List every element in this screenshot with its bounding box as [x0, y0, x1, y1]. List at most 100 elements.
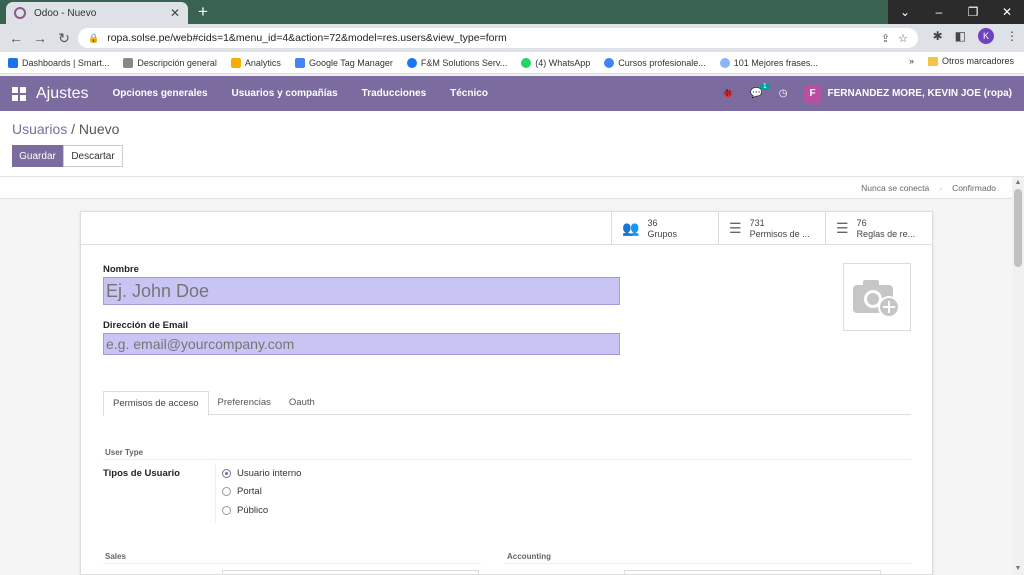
save-button[interactable]: Guardar [12, 145, 63, 167]
bookmark-favicon-icon [521, 57, 532, 68]
user-type-label: Tipos de Usuario [103, 468, 180, 479]
debug-icon[interactable]: 🐞 [722, 88, 734, 99]
accounting-select[interactable] [624, 570, 881, 575]
bookmark-item[interactable]: 101 Mejores frases... [719, 57, 818, 68]
email-input[interactable] [103, 333, 620, 355]
minimize-button[interactable]: – [922, 0, 956, 24]
tab-permisos-de-acceso[interactable]: Permisos de acceso [103, 391, 209, 416]
breadcrumb-current: Nuevo [78, 121, 120, 137]
section-sales: Sales [105, 552, 126, 561]
section-divider [505, 563, 911, 564]
email-label: Dirección de Email [103, 320, 189, 331]
extensions-icon[interactable]: ✱ [933, 29, 943, 43]
bookmark-favicon-icon [406, 57, 417, 68]
section-divider [103, 459, 911, 460]
browser-tab[interactable]: Odoo - Nuevo ✕ [6, 2, 188, 24]
menu-tecnico[interactable]: Técnico [450, 88, 488, 99]
scroll-down-icon[interactable]: ▼ [1012, 563, 1024, 575]
tab-title: Odoo - Nuevo [34, 7, 97, 19]
section-divider [103, 563, 481, 564]
bookmark-item[interactable]: Analytics [230, 57, 281, 68]
camera-plus-icon [853, 280, 900, 318]
bookmark-favicon-icon [230, 57, 241, 68]
bookmark-item[interactable]: F&M Solutions Serv... [406, 57, 507, 68]
lock-icon[interactable]: 🔒 [88, 33, 99, 44]
menu-opciones-generales[interactable]: Opciones generales [112, 88, 207, 99]
back-icon[interactable]: ← [4, 30, 28, 46]
side-panel-icon[interactable]: ◧ [955, 29, 966, 43]
bookmarks-bar: Dashboards | Smart... Descripción genera… [0, 52, 1024, 74]
radio-publico[interactable]: Público [222, 505, 268, 516]
window-controls: ⌄ – ❐ ✕ [888, 0, 1024, 24]
forward-icon[interactable]: → [28, 30, 52, 46]
odoo-navbar: Ajustes Opciones generales Usuarios y co… [0, 76, 1024, 111]
smart-button-groups[interactable]: 👥 36 Grupos [611, 212, 718, 245]
smart-button-record-rules[interactable]: ☰ 76 Reglas de re... [825, 212, 932, 245]
bookmark-item[interactable]: Google Tag Manager [294, 57, 393, 68]
tab-preferencias[interactable]: Preferencias [209, 391, 280, 414]
odoo-favicon-icon [14, 7, 26, 19]
bookmark-favicon-icon [294, 57, 305, 68]
apps-menu-icon[interactable] [12, 86, 26, 101]
profile-avatar[interactable]: K [978, 28, 994, 44]
browser-toolbar: ← → ↻ 🔒 ropa.solse.pe/web#cids=1&menu_id… [0, 24, 1024, 52]
list-icon: ☰ [836, 220, 849, 236]
tab-close-icon[interactable]: ✕ [170, 6, 180, 20]
name-input[interactable] [103, 277, 620, 305]
bookmarks-overflow-button[interactable]: » [909, 56, 914, 66]
users-icon: 👥 [622, 220, 640, 236]
browser-menu-icon[interactable]: ⋮ [1006, 29, 1018, 43]
bookmark-item[interactable]: Descripción general [123, 57, 217, 68]
radio-unchecked-icon[interactable] [222, 506, 231, 515]
new-tab-button[interactable]: + [194, 2, 212, 22]
radio-portal[interactable]: Portal [222, 486, 262, 497]
form-tabs: Permisos de acceso Preferencias Oauth [103, 391, 911, 416]
bookmark-favicon-icon [123, 57, 134, 68]
section-user-type: User Type [105, 448, 144, 457]
chat-count-badge: 1 [759, 83, 770, 90]
address-bar[interactable]: 🔒 ropa.solse.pe/web#cids=1&menu_id=4&act… [78, 28, 918, 48]
activity-clock-icon[interactable]: ◷ [779, 88, 788, 99]
scroll-up-icon[interactable]: ▲ [1012, 177, 1024, 189]
scrollbar-thumb[interactable] [1014, 189, 1022, 267]
discard-button[interactable]: Descartar [63, 145, 123, 167]
list-icon: ☰ [729, 220, 742, 236]
user-avatar: F [803, 84, 822, 103]
url-text[interactable]: ropa.solse.pe/web#cids=1&menu_id=4&actio… [107, 32, 873, 44]
navbar-systray: 🐞 💬 1 ◷ F FERNANDEZ MORE, KEVIN JOE (ropa… [722, 76, 1012, 111]
share-icon[interactable]: ⇪ [881, 32, 890, 45]
bookmark-star-icon[interactable]: ☆ [898, 32, 908, 45]
browser-tab-strip: Odoo - Nuevo ✕ + ⌄ – ❐ ✕ [0, 0, 1024, 24]
tab-search-button[interactable]: ⌄ [888, 0, 922, 24]
chat-icon[interactable]: 💬 1 [750, 83, 770, 99]
breadcrumb-parent[interactable]: Usuarios [12, 121, 67, 137]
menu-usuarios-companias[interactable]: Usuarios y compañías [232, 88, 338, 99]
user-menu[interactable]: F FERNANDEZ MORE, KEVIN JOE (ropa) [803, 84, 1012, 103]
status-step-confirmed[interactable]: Confirmado [942, 183, 1006, 193]
bookmark-favicon-icon [8, 57, 18, 68]
user-name: FERNANDEZ MORE, KEVIN JOE (ropa) [827, 88, 1012, 99]
bookmarks-right: » Otros marcadores [909, 56, 1014, 66]
bookmark-item[interactable]: (4) WhatsApp [521, 57, 590, 68]
sales-select[interactable] [222, 570, 479, 575]
close-window-button[interactable]: ✕ [990, 0, 1024, 24]
radio-checked-icon[interactable] [222, 469, 231, 478]
folder-icon [927, 56, 938, 66]
avatar-upload[interactable] [843, 263, 911, 331]
statusbar: Nunca se conecta › Confirmado [0, 177, 1012, 199]
tab-oauth[interactable]: Oauth [280, 391, 324, 414]
status-steps: Nunca se conecta › Confirmado [851, 177, 1006, 199]
app-brand[interactable]: Ajustes [36, 85, 88, 103]
radio-unchecked-icon[interactable] [222, 487, 231, 496]
bookmark-item[interactable]: Cursos profesionale... [604, 57, 706, 68]
page-scrollbar[interactable]: ▲ ▼ [1012, 177, 1024, 575]
menu-traducciones[interactable]: Traducciones [362, 88, 426, 99]
radio-usuario-interno[interactable]: Usuario interno [222, 468, 301, 479]
status-step-never-connected[interactable]: Nunca se conecta [851, 183, 939, 193]
other-bookmarks[interactable]: Otros marcadores [927, 56, 1014, 66]
reload-icon[interactable]: ↻ [52, 30, 76, 47]
smart-button-access-rights[interactable]: ☰ 731 Permisos de ... [718, 212, 825, 245]
smart-button-box: 👥 36 Grupos ☰ 731 Permisos de ... ☰ 76 Regl… [79, 212, 932, 245]
bookmark-item[interactable]: Dashboards | Smart... [8, 57, 109, 68]
restore-button[interactable]: ❐ [956, 0, 990, 24]
